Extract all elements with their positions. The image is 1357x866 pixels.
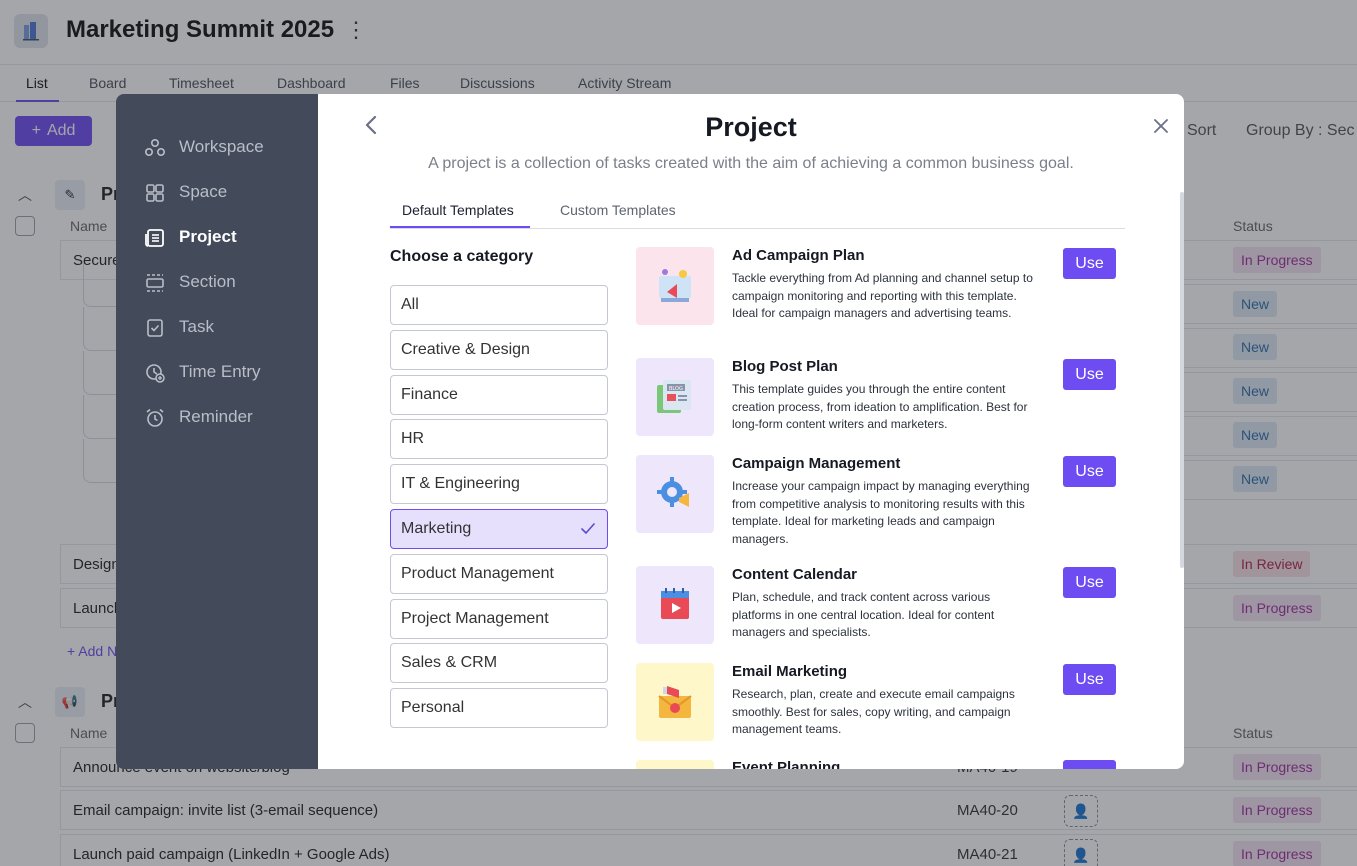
sidebar-item-section[interactable]: Section <box>116 271 318 316</box>
template-description: Plan, schedule, and track content across… <box>732 590 995 639</box>
use-template-button[interactable]: Use <box>1063 664 1116 695</box>
modal-content: Project A project is a collection of tas… <box>318 94 1184 769</box>
gear-megaphone-icon <box>636 455 714 533</box>
template-name: Campaign Management <box>732 455 901 472</box>
template-tabs: Default Templates Custom Templates <box>390 194 1125 229</box>
use-template-button[interactable]: Use <box>1063 567 1116 598</box>
template-description: Tackle everything from Ad planning and c… <box>732 271 1033 320</box>
modal-subtitle: A project is a collection of tasks creat… <box>428 155 1074 172</box>
sidebar-item-label: Section <box>179 272 236 291</box>
template-card: Event Planning Use <box>636 760 1121 769</box>
project-icon <box>145 229 164 247</box>
sidebar-item-label: Time Entry <box>179 362 261 381</box>
sidebar-item-label: Project <box>179 227 237 246</box>
create-modal: Workspace Space Project Section Task Tim… <box>116 94 1184 769</box>
sidebar-item-project[interactable]: Project <box>116 226 318 271</box>
category-label: Marketing <box>401 520 472 537</box>
sidebar-item-task[interactable]: Task <box>116 316 318 361</box>
check-icon <box>581 523 595 534</box>
category-finance[interactable]: Finance <box>390 375 608 415</box>
blog-icon: BLOG <box>636 358 714 436</box>
space-icon <box>146 184 164 202</box>
template-description: Increase your campaign impact by managin… <box>732 479 1030 546</box>
category-personal[interactable]: Personal <box>390 688 608 728</box>
template-card: Email Marketing Research, plan, create a… <box>636 663 1121 743</box>
sidebar-item-label: Workspace <box>179 137 264 156</box>
tab-custom-templates[interactable]: Custom Templates <box>560 202 676 218</box>
sidebar-item-space[interactable]: Space <box>116 181 318 226</box>
template-description: Research, plan, create and execute email… <box>732 687 1015 736</box>
section-icon <box>146 274 164 292</box>
scrollbar[interactable] <box>1180 192 1184 568</box>
category-product-management[interactable]: Product Management <box>390 554 608 594</box>
template-card: Content Calendar Plan, schedule, and tra… <box>636 566 1121 646</box>
workspace-icon <box>144 138 166 157</box>
use-template-button[interactable]: Use <box>1063 248 1116 279</box>
sidebar-item-label: Task <box>179 317 214 336</box>
use-template-button[interactable]: Use <box>1063 760 1116 769</box>
category-marketing[interactable]: Marketing <box>390 509 608 549</box>
svg-text:BLOG: BLOG <box>669 386 683 392</box>
template-name: Content Calendar <box>732 566 858 583</box>
category-heading: Choose a category <box>390 248 534 265</box>
sidebar-item-reminder[interactable]: Reminder <box>116 406 318 451</box>
template-description: This template guides you through the ent… <box>732 382 1028 431</box>
active-tab-indicator <box>390 226 530 228</box>
category-all[interactable]: All <box>390 285 608 325</box>
category-project-management[interactable]: Project Management <box>390 599 608 639</box>
sidebar-item-time-entry[interactable]: Time Entry <box>116 361 318 406</box>
modal-sidebar: Workspace Space Project Section Task Tim… <box>116 94 318 769</box>
time-entry-icon <box>146 364 165 383</box>
sidebar-item-label: Space <box>179 182 228 201</box>
template-card: Ad Campaign Plan Tackle everything from … <box>636 247 1121 337</box>
ad-campaign-icon <box>636 247 714 325</box>
modal-title: Project <box>705 112 797 142</box>
category-it-engineering[interactable]: IT & Engineering <box>390 464 608 504</box>
calendar-video-icon <box>636 566 714 644</box>
template-name: Blog Post Plan <box>732 358 838 375</box>
category-hr[interactable]: HR <box>390 419 608 459</box>
category-sales-crm[interactable]: Sales & CRM <box>390 643 608 683</box>
use-template-button[interactable]: Use <box>1063 456 1116 487</box>
tab-default-templates[interactable]: Default Templates <box>402 202 514 218</box>
template-name: Email Marketing <box>732 663 848 680</box>
email-megaphone-icon <box>636 663 714 741</box>
category-creative-design[interactable]: Creative & Design <box>390 330 608 370</box>
use-template-button[interactable]: Use <box>1063 359 1116 390</box>
reminder-icon <box>146 408 164 427</box>
sidebar-item-workspace[interactable]: Workspace <box>116 136 318 181</box>
event-icon <box>636 760 714 769</box>
sidebar-item-label: Reminder <box>179 407 253 426</box>
task-icon <box>147 319 163 337</box>
template-card: BLOG Blog Post Plan This template guides… <box>636 358 1121 438</box>
template-card: Campaign Management Increase your campai… <box>636 455 1121 546</box>
template-name: Ad Campaign Plan <box>732 247 865 264</box>
template-name: Event Planning <box>732 760 841 769</box>
